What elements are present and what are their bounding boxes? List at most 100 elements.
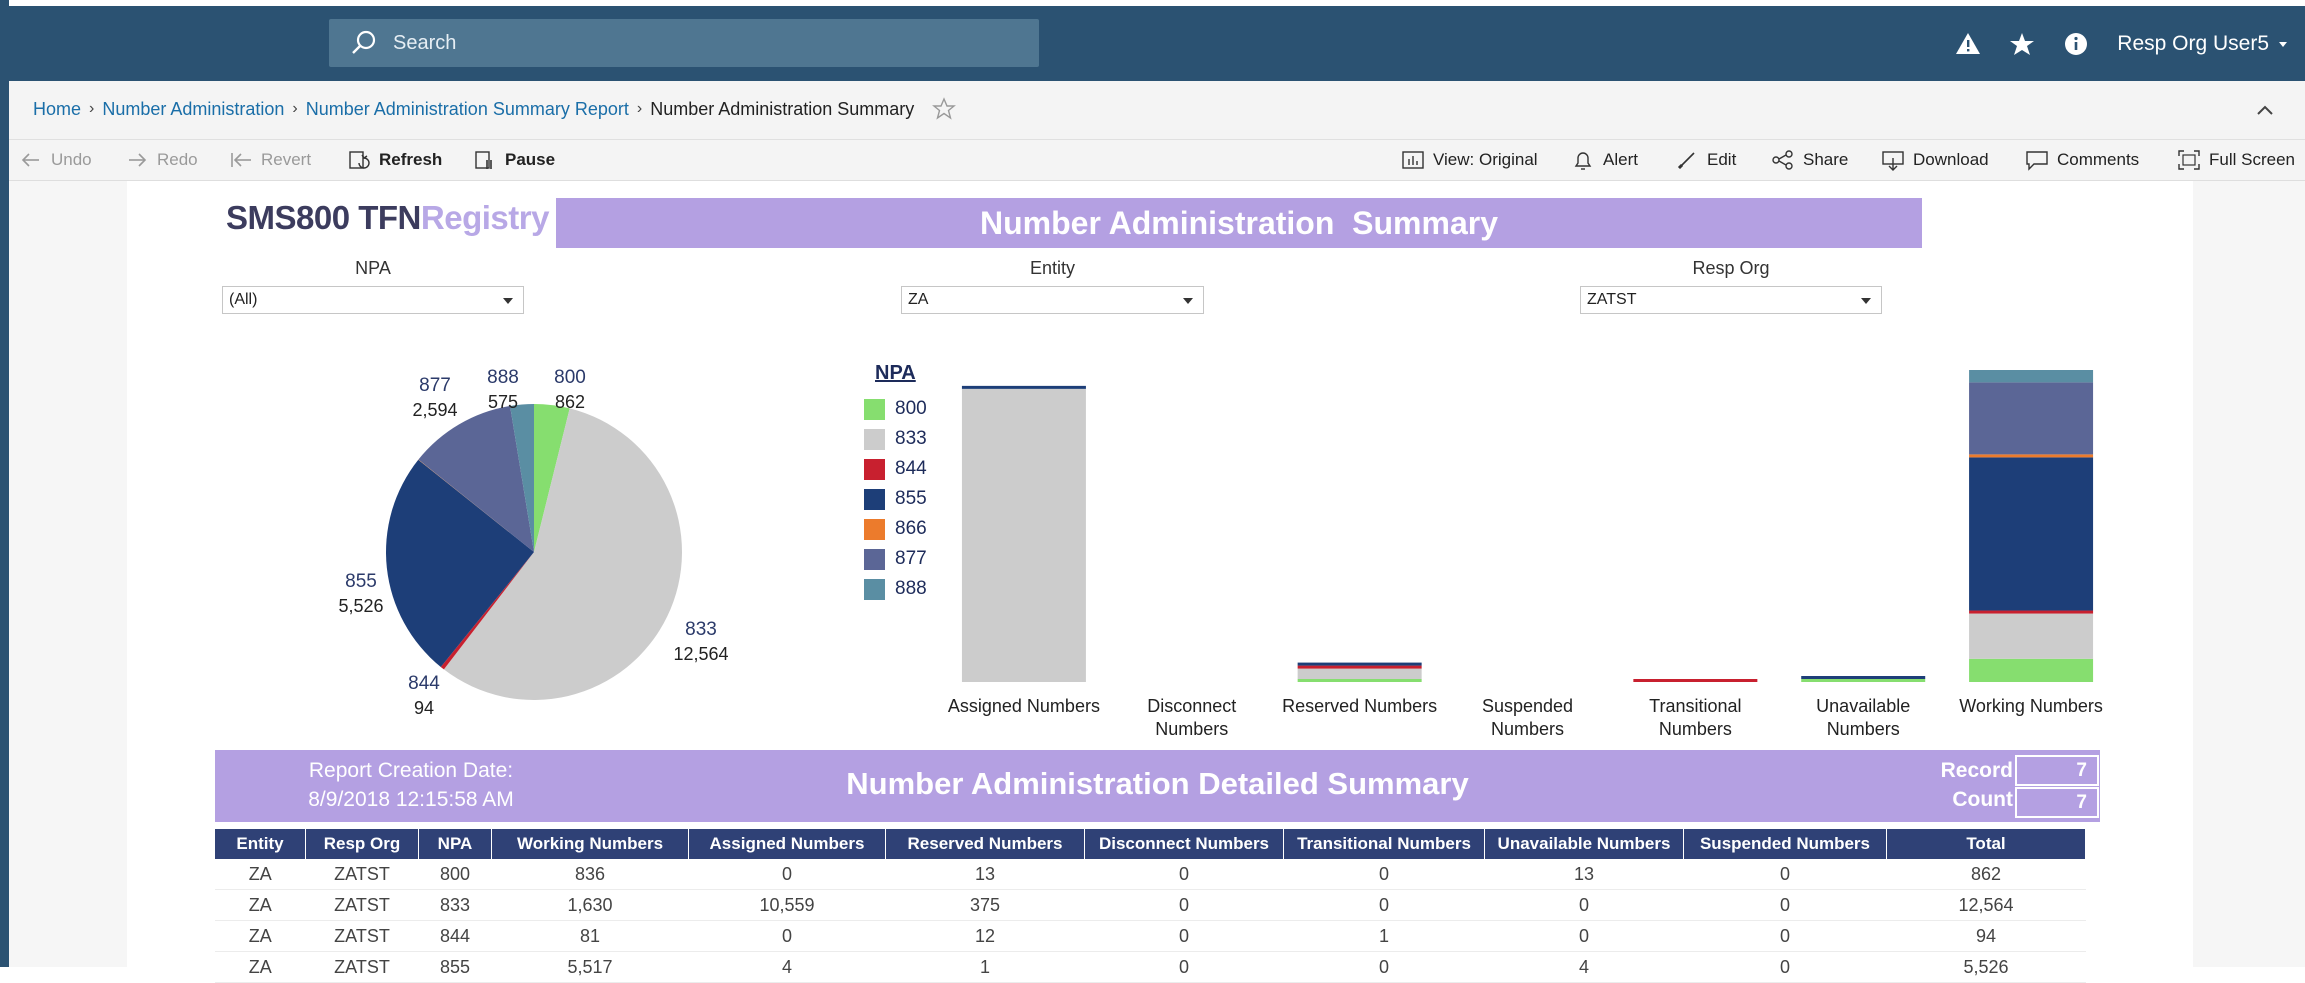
revert-button[interactable]: Revert	[229, 149, 311, 171]
table-cell: 1	[1283, 920, 1485, 952]
table-cell: ZATST	[305, 951, 419, 983]
legend-item[interactable]: 800	[864, 398, 927, 420]
breadcrumb-home[interactable]: Home	[33, 99, 81, 120]
refresh-button[interactable]: Refresh	[347, 149, 442, 171]
dashboard-title-text: Number Administration Summary	[979, 204, 1498, 241]
dropdown-arrow-icon	[503, 298, 513, 304]
bar-segment-855[interactable]	[961, 385, 1086, 389]
column-header[interactable]: Disconnect Numbers	[1084, 829, 1284, 859]
favorites-star-icon[interactable]	[2009, 31, 2035, 57]
column-header[interactable]: Reserved Numbers	[885, 829, 1085, 859]
bar-segment-800[interactable]	[1969, 658, 2094, 682]
bar-segment-855[interactable]	[1297, 662, 1422, 666]
pie-label-npa: 844	[408, 673, 440, 694]
bar-segment-855[interactable]	[1969, 457, 2094, 611]
column-header[interactable]: Entity	[215, 829, 306, 859]
table-cell: 0	[1283, 889, 1485, 921]
bar-segment-866[interactable]	[1969, 454, 2094, 458]
table-row[interactable]: ZA ZATST 800 836 0 13 0 0 13 0 862	[215, 859, 2086, 890]
npa-filter-select[interactable]: (All)	[222, 286, 524, 314]
bar-segment-888[interactable]	[1969, 370, 2094, 383]
redo-label: Redo	[157, 150, 198, 169]
bar-category-label: Transitional Numbers	[1611, 695, 1779, 741]
bar-segment-877[interactable]	[1969, 382, 2094, 455]
search-placeholder[interactable]: Search	[393, 32, 456, 55]
legend-swatch	[864, 458, 885, 480]
search-box[interactable]: Search	[329, 19, 1039, 67]
full-screen-button[interactable]: Full Screen	[2177, 149, 2295, 171]
legend-swatch	[864, 548, 885, 570]
bar-segment-855[interactable]	[1801, 676, 1926, 679]
bar-segment-844[interactable]	[1969, 610, 2094, 614]
column-header[interactable]: Total	[1886, 829, 2086, 859]
undo-button[interactable]: Undo	[19, 149, 92, 171]
table-cell: 0	[1683, 951, 1887, 983]
legend-swatch	[864, 428, 885, 450]
npa-filter-value: (All)	[229, 291, 258, 308]
table-cell: 0	[1084, 920, 1284, 952]
record-count-value: 7	[2015, 755, 2099, 786]
legend-item[interactable]: 888	[864, 578, 927, 600]
view-original-button[interactable]: View: Original	[1401, 149, 1538, 171]
info-icon[interactable]	[2063, 31, 2089, 57]
legend-item[interactable]: 833	[864, 428, 927, 450]
table-row[interactable]: ZA ZATST 855 5,517 4 1 0 0 4 0 5,526	[215, 951, 2086, 983]
legend-item[interactable]: 844	[864, 458, 927, 480]
table-row[interactable]: ZA ZATST 844 81 0 12 0 1 0 0 94	[215, 920, 2086, 952]
column-header[interactable]: NPA	[418, 829, 492, 859]
legend-item[interactable]: 877	[864, 548, 927, 570]
bar-category-label-line: Assigned Numbers	[947, 696, 1100, 716]
column-header[interactable]: Working Numbers	[491, 829, 689, 859]
column-header[interactable]: Assigned Numbers	[688, 829, 886, 859]
resp-org-filter-select[interactable]: ZATST	[1580, 286, 1882, 314]
pie-label-value: 575	[487, 392, 519, 412]
bar-category-label-line: Numbers	[1155, 719, 1229, 739]
breadcrumb-bar: Home › Number Administration › Number Ad…	[9, 81, 2305, 140]
column-header[interactable]: Transitional Numbers	[1283, 829, 1485, 859]
breadcrumb-separator: ›	[636, 100, 643, 117]
favorite-star-icon[interactable]	[932, 97, 957, 121]
redo-button[interactable]: Redo	[125, 149, 198, 171]
pie-label-888: 888 575	[478, 366, 528, 414]
breadcrumb-number-administration[interactable]: Number Administration	[102, 99, 284, 120]
alert-triangle-icon[interactable]	[1955, 31, 1981, 57]
bar-segment-833[interactable]	[961, 388, 1086, 682]
bar-segment-833[interactable]	[1297, 668, 1422, 679]
entity-filter-label: Entity	[1029, 258, 1076, 278]
bar-segment-800[interactable]	[1801, 679, 1926, 682]
table-row[interactable]: ZA ZATST 833 1,630 10,559 375 0 0 0 0 12,564	[215, 889, 2086, 921]
column-header[interactable]: Suspended Numbers	[1683, 829, 1887, 859]
bar-category-label: Reserved Numbers	[1276, 695, 1444, 718]
pie-label-value: 5,526	[338, 596, 384, 616]
legend-item[interactable]: 866	[864, 518, 927, 540]
search-icon	[352, 30, 376, 54]
bar-category-label-line: Reserved Numbers	[1282, 696, 1438, 716]
download-button[interactable]: Download	[1881, 149, 1989, 171]
alert-button[interactable]: Alert	[1571, 149, 1638, 171]
user-name: Resp Org User5	[2117, 31, 2269, 55]
share-button[interactable]: Share	[1771, 149, 1848, 171]
collapse-chevron-icon[interactable]	[2253, 99, 2277, 121]
bar-segment-844[interactable]	[1633, 679, 1758, 682]
edit-button[interactable]: Edit	[1675, 149, 1736, 171]
breadcrumb-separator: ›	[292, 100, 298, 117]
table-header-row: Entity Resp Org NPA Working Numbers Assigned…	[215, 829, 2086, 859]
column-header[interactable]: Unavailable Numbers	[1484, 829, 1684, 859]
table-cell: 94	[1886, 920, 2086, 952]
bar-segment-833[interactable]	[1969, 613, 2094, 659]
table-cell: 81	[491, 920, 689, 952]
entity-filter-select[interactable]: ZA	[901, 286, 1204, 314]
column-header[interactable]: Resp Org	[305, 829, 419, 859]
legend-item[interactable]: 855	[864, 488, 927, 510]
table-cell: 0	[1084, 889, 1284, 921]
user-menu[interactable]: Resp Org User5	[2117, 32, 2289, 56]
breadcrumb-summary-report[interactable]: Number Administration Summary Report	[306, 99, 629, 120]
pause-button[interactable]: Pause	[473, 149, 555, 171]
view-label: View: Original	[1433, 150, 1538, 169]
bar-segment-800[interactable]	[1297, 679, 1422, 682]
pie-label-npa: 855	[345, 571, 377, 592]
dropdown-arrow-icon	[1183, 298, 1193, 304]
bar-segment-844[interactable]	[1297, 665, 1422, 669]
comments-button[interactable]: Comments	[2025, 149, 2139, 171]
bar-category-label-line: Numbers	[1826, 719, 1900, 739]
